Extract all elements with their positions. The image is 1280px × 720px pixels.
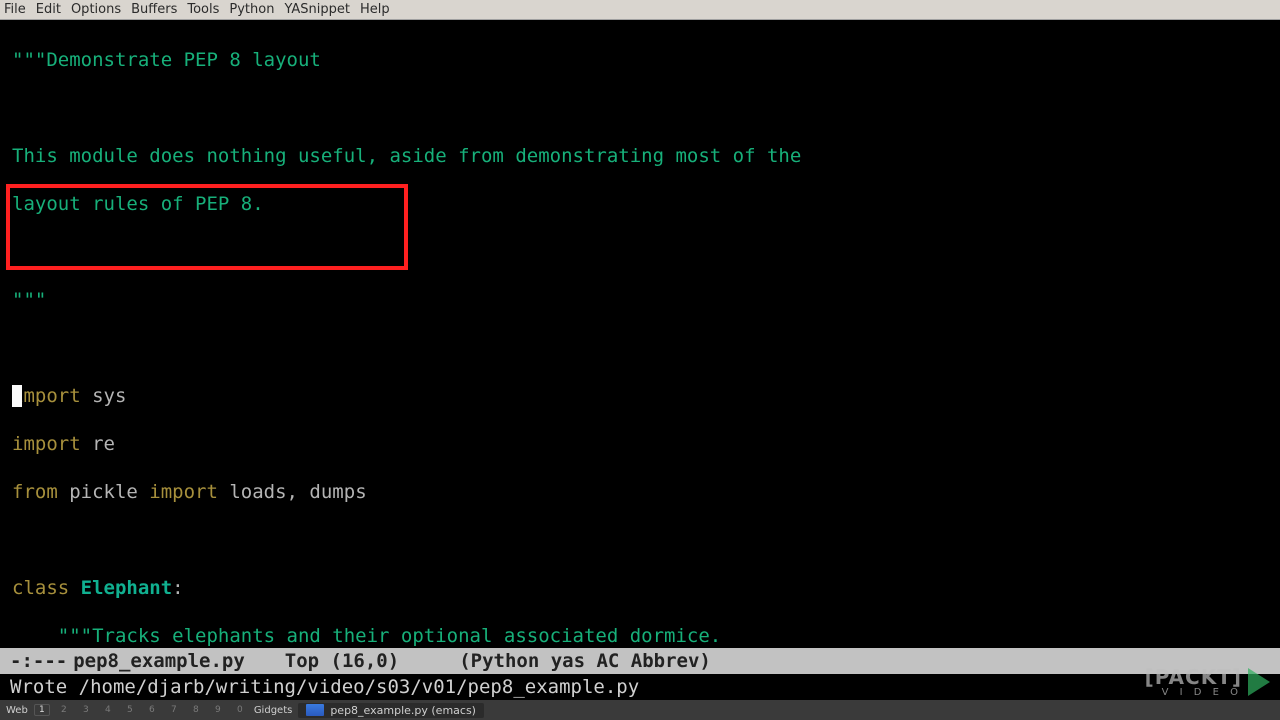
menu-file[interactable]: File [4,2,26,17]
buffer-modes: (Python yas AC Abbrev) [459,650,711,672]
import-module: sys [81,385,127,407]
menu-edit[interactable]: Edit [36,2,61,17]
menu-options[interactable]: Options [71,2,121,17]
workspace-1[interactable]: 1 [34,704,50,716]
app-title: pep8_example.py (emacs) [330,704,476,717]
menu-tools[interactable]: Tools [187,2,219,17]
workspace-2[interactable]: 2 [56,705,72,715]
workspace-9[interactable]: 9 [210,705,226,715]
workspace-8[interactable]: 8 [188,705,204,715]
module-docstring: """ [12,289,46,311]
module-docstring: """Demonstrate PEP 8 layout [12,49,321,71]
workspace-3[interactable]: 3 [78,705,94,715]
editor-area[interactable]: """Demonstrate PEP 8 layout This module … [0,20,1280,648]
import-names: loads, dumps [218,481,367,503]
module-docstring: layout rules of PEP 8. [12,193,264,215]
taskbar-app[interactable]: pep8_example.py (emacs) [298,703,484,718]
import-module: pickle [58,481,150,503]
app-icon [306,704,324,716]
module-docstring: This module does nothing useful, aside f… [12,145,801,167]
brand-text: [PACKT] [1145,665,1242,689]
workspace-5[interactable]: 5 [122,705,138,715]
buffer-position: Top (16,0) [285,650,399,672]
workspace-6[interactable]: 6 [144,705,160,715]
buffer-state: -:--- [10,650,67,672]
class-name: Elephant [69,577,172,599]
import-module: re [81,433,115,455]
mini-buffer[interactable]: Wrote /home/djarb/writing/video/s03/v01/… [0,674,1280,700]
play-icon [1248,668,1270,696]
minibuffer-message: Wrote /home/djarb/writing/video/s03/v01/… [10,676,639,698]
import-keyword: import [149,481,218,503]
text-cursor [12,385,22,407]
workspace-7[interactable]: 7 [166,705,182,715]
menu-python[interactable]: Python [229,2,274,17]
menu-buffers[interactable]: Buffers [131,2,177,17]
workspace-4[interactable]: 4 [100,705,116,715]
mode-line: -:--- pep8_example.py Top (16,0) (Python… [0,648,1280,674]
menu-bar: File Edit Options Buffers Tools Python Y… [0,0,1280,20]
menu-yasnippet[interactable]: YASnippet [284,2,350,17]
buffer-filename: pep8_example.py [73,650,245,672]
workspace-0[interactable]: 0 [232,705,248,715]
import-keyword: import [12,385,81,407]
class-keyword: class [12,577,69,599]
brand-watermark: [PACKT] V I D E O [1145,665,1270,698]
taskbar: Web 1 2 3 4 5 6 7 8 9 0 Gidgets pep8_exa… [0,700,1280,720]
colon: : [172,577,183,599]
class-docstring: """Tracks elephants and their optional a… [12,625,721,647]
taskbar-extra[interactable]: Gidgets [254,705,293,716]
from-keyword: from [12,481,58,503]
taskbar-web[interactable]: Web [6,705,28,716]
import-keyword: import [12,433,81,455]
menu-help[interactable]: Help [360,2,390,17]
